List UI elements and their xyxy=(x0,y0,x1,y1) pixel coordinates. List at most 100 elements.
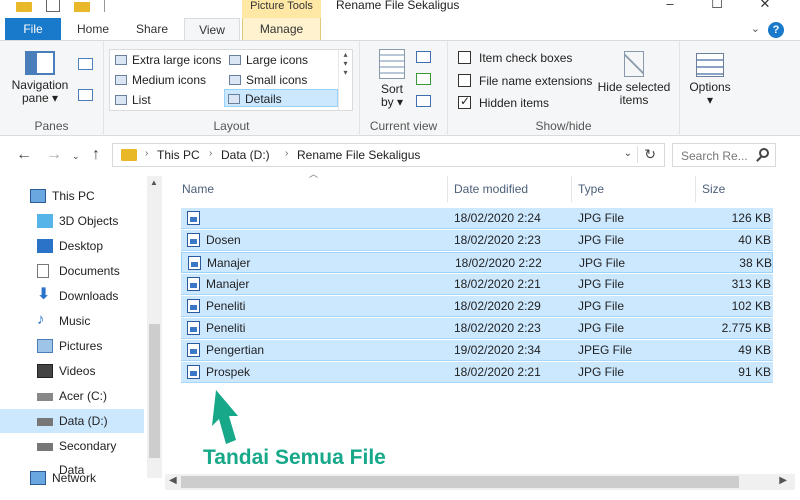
navigation-pane-scrollbar[interactable]: ▲ xyxy=(147,176,162,478)
layout-extra-large-icons[interactable]: Extra large icons xyxy=(112,51,226,69)
maximize-button[interactable]: ☐ xyxy=(697,0,737,12)
group-by-icon[interactable] xyxy=(416,51,431,63)
layout-list[interactable]: List xyxy=(112,91,226,109)
file-type: JPG File xyxy=(579,256,626,270)
sort-by-button[interactable]: Sort by ▾ xyxy=(372,49,412,109)
sidebar-item-secondary-data[interactable]: Secondary Data xyxy=(0,434,144,477)
table-row[interactable]: Prospek 18/02/2020 2:21 JPG File 91 KB xyxy=(181,362,773,383)
file-size: 102 KB xyxy=(731,299,771,313)
file-date: 18/02/2020 2:24 xyxy=(454,211,541,225)
preview-pane-icon[interactable] xyxy=(78,58,93,70)
layout-details[interactable]: Details xyxy=(224,89,338,107)
table-row[interactable]: Pengertian 19/02/2020 2:34 JPEG File 49 KB xyxy=(181,340,773,361)
layout-large-icons[interactable]: Large icons xyxy=(226,51,338,69)
up-arrow-icon[interactable]: ↑ xyxy=(92,146,100,164)
tab-view[interactable]: View xyxy=(184,18,240,40)
tab-home[interactable]: Home xyxy=(66,18,120,40)
hide-selected-icon xyxy=(624,51,644,77)
search-box[interactable]: Search Re... xyxy=(672,143,776,167)
breadcrumb-this-pc[interactable]: This PC xyxy=(157,148,200,162)
horizontal-scrollbar-thumb[interactable] xyxy=(181,476,739,488)
panes-group: Navigation pane ▾ Panes xyxy=(0,41,104,136)
sidebar-item-3d-objects[interactable]: 3D Objects xyxy=(0,209,144,233)
annotation-label: Tandai Semua File xyxy=(203,446,386,469)
scrollbar-thumb[interactable] xyxy=(149,324,160,458)
recent-locations-chevron-icon[interactable]: ⌄ xyxy=(72,151,80,162)
layout-small-icons[interactable]: Small icons xyxy=(226,71,338,89)
file-list-vertical-scrollbar[interactable] xyxy=(777,176,793,474)
quick-access-folder-icon[interactable] xyxy=(16,2,32,12)
item-check-boxes-option[interactable]: Item check boxes xyxy=(458,51,572,67)
sidebar-item-data-d[interactable]: Data (D:) xyxy=(0,409,144,433)
refresh-icon[interactable]: ↻ xyxy=(637,146,656,163)
sidebar-item-network[interactable]: Network xyxy=(0,466,144,490)
column-header-name[interactable]: Name xyxy=(165,176,448,202)
table-row[interactable]: 18/02/2020 2:24 JPG File 126 KB xyxy=(181,208,773,229)
sidebar-item-music[interactable]: ♪ Music xyxy=(0,309,144,333)
layout-item-label: List xyxy=(132,93,151,107)
search-icon[interactable] xyxy=(759,148,769,158)
minimize-button[interactable]: – xyxy=(650,0,690,12)
file-list-horizontal-scrollbar[interactable]: ◀ ▶ xyxy=(165,474,795,490)
breadcrumb-separator: › xyxy=(285,148,289,159)
layout-item-label: Extra large icons xyxy=(132,53,222,67)
column-header-date-modified[interactable]: Date modified xyxy=(448,176,572,202)
tab-share[interactable]: Share xyxy=(124,18,180,40)
file-type: JPG File xyxy=(578,299,625,313)
column-header-type[interactable]: Type xyxy=(572,176,696,202)
image-file-icon xyxy=(187,299,200,313)
quick-access-new-folder-icon[interactable] xyxy=(74,2,90,12)
ribbon-collapse-icon[interactable]: ⌄ xyxy=(751,22,760,35)
sidebar-item-acer-c[interactable]: Acer (C:) xyxy=(0,384,144,408)
layout-gallery-scroll[interactable]: ▴ ▾ ▾ xyxy=(338,50,352,110)
table-row[interactable]: Dosen 18/02/2020 2:23 JPG File 40 KB xyxy=(181,230,773,251)
sidebar-item-this-pc[interactable]: This PC xyxy=(0,184,144,208)
help-icon[interactable]: ? xyxy=(768,22,784,38)
layout-item-label: Large icons xyxy=(246,53,309,67)
current-view-group: Sort by ▾ Current view xyxy=(360,41,448,136)
sidebar-item-pictures[interactable]: Pictures xyxy=(0,334,144,358)
breadcrumb-data-d[interactable]: Data (D:) xyxy=(221,148,270,162)
search-input[interactable]: Search Re... xyxy=(681,149,748,163)
ribbon-view: Navigation pane ▾ Panes Extra large icon… xyxy=(0,40,800,136)
table-row[interactable]: Peneliti 18/02/2020 2:29 JPG File 102 KB xyxy=(181,296,773,317)
details-pane-icon[interactable] xyxy=(78,89,93,101)
hidden-items-option[interactable]: Hidden items xyxy=(458,94,549,112)
table-row[interactable]: Manajer 18/02/2020 2:22 JPG File 38 KB xyxy=(181,252,773,273)
quick-access-properties-icon[interactable] xyxy=(46,0,60,12)
file-size: 38 KB xyxy=(739,256,772,270)
hide-selected-items-button[interactable]: Hide selected items xyxy=(596,51,672,107)
table-row[interactable]: Manajer 18/02/2020 2:21 JPG File 313 KB xyxy=(181,274,773,295)
checkbox-label: Item check boxes xyxy=(479,51,573,65)
sidebar-item-downloads[interactable]: ⬇ Downloads xyxy=(0,284,144,308)
file-name: Prospek xyxy=(206,365,251,379)
sidebar-item-desktop[interactable]: Desktop xyxy=(0,234,144,258)
breadcrumb-rename-file-sekaligus[interactable]: Rename File Sekaligus xyxy=(297,148,420,162)
add-columns-icon[interactable] xyxy=(416,73,431,85)
sort-icon xyxy=(379,49,405,79)
scroll-left-icon[interactable]: ◀ xyxy=(169,475,177,486)
layout-medium-icons[interactable]: Medium icons xyxy=(112,71,226,89)
column-header-size[interactable]: Size xyxy=(696,176,776,202)
sidebar-item-documents[interactable]: Documents xyxy=(0,259,144,283)
file-name-extensions-option[interactable]: File name extensions xyxy=(458,74,592,90)
image-file-icon xyxy=(187,211,200,225)
hidden-items-checkbox[interactable] xyxy=(458,94,471,109)
scroll-right-icon[interactable]: ▶ xyxy=(779,475,787,486)
options-button[interactable]: Options ▾ xyxy=(684,53,736,107)
file-name-extensions-checkbox[interactable] xyxy=(458,74,471,87)
address-bar[interactable]: › This PC › Data (D:) › Rename File Seka… xyxy=(112,143,665,167)
scroll-up-icon[interactable]: ▲ xyxy=(150,178,158,187)
close-button[interactable]: ✕ xyxy=(745,0,785,12)
table-row[interactable]: Peneliti 18/02/2020 2:23 JPG File 2.775 KB xyxy=(181,318,773,339)
back-arrow-icon[interactable]: ← xyxy=(16,146,32,164)
address-dropdown-chevron-icon[interactable]: ⌄ xyxy=(624,148,632,159)
navigation-pane-button[interactable]: Navigation pane ▾ xyxy=(8,51,72,105)
sidebar-item-videos[interactable]: Videos xyxy=(0,359,144,383)
item-check-boxes-checkbox[interactable] xyxy=(458,51,471,64)
size-columns-icon[interactable] xyxy=(416,95,431,107)
title-bar: Picture Tools Rename File Sekaligus – ☐ … xyxy=(0,0,800,18)
tab-manage[interactable]: Manage xyxy=(242,18,321,40)
tab-file[interactable]: File xyxy=(5,18,61,40)
forward-arrow-icon[interactable]: → xyxy=(46,146,62,164)
